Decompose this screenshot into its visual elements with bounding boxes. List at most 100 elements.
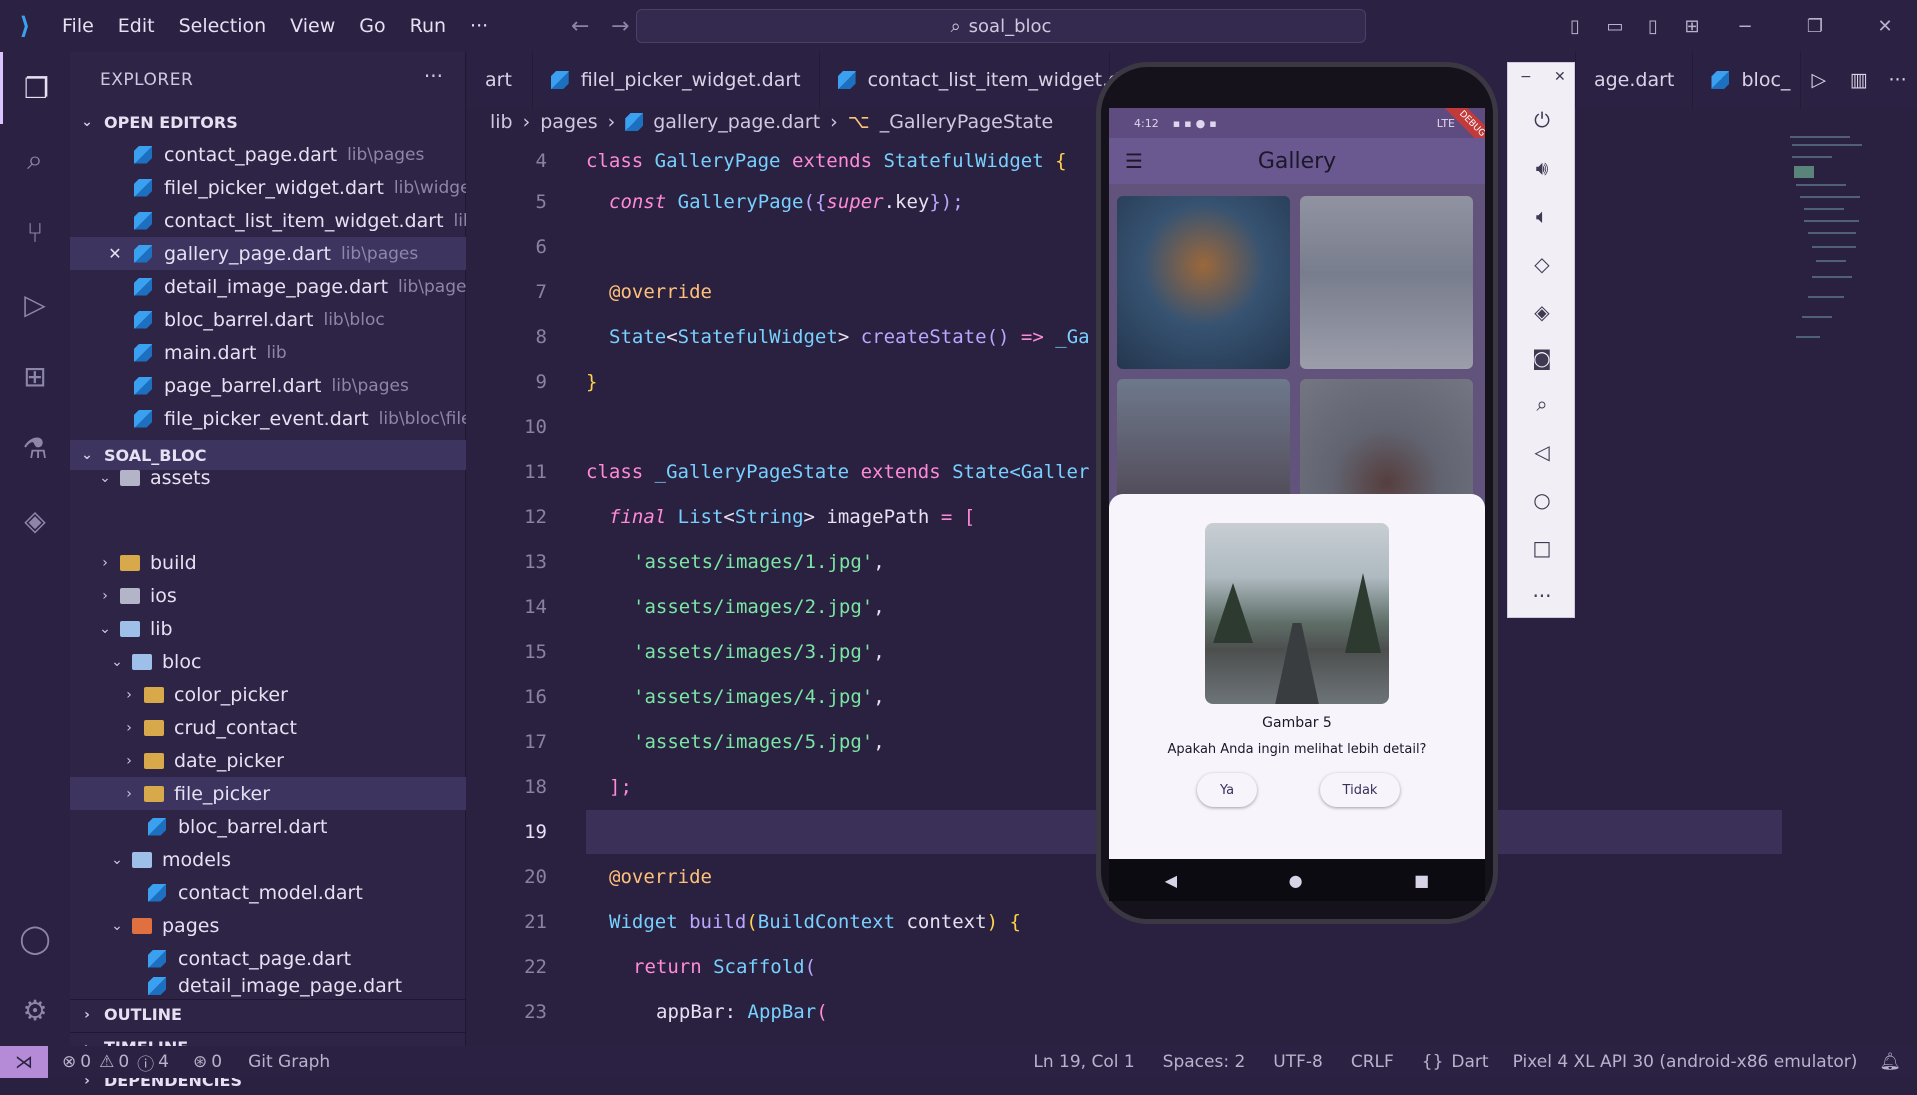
tree-file[interactable]: bloc_barrel.dart [70,810,466,843]
close-editor-icon[interactable]: ✕ [104,244,126,263]
toggle-panel-icon[interactable]: ▭ [1595,0,1635,52]
settings-gear-icon[interactable]: ⚙ [0,974,70,1046]
back-icon[interactable]: ◁ [1508,429,1576,475]
open-editor-item[interactable]: main.dart lib [70,336,466,369]
menu-edit[interactable]: Edit [106,0,167,52]
device-selector[interactable]: Pixel 4 XL API 30 (android-x86 emulator) [1513,1052,1858,1072]
menu-file[interactable]: File [50,0,106,52]
indentation[interactable]: Spaces: 2 [1163,1052,1246,1072]
back-triangle-icon[interactable]: ◀ [1165,871,1177,890]
zoom-icon[interactable]: ⌕ [1508,381,1576,427]
minimize-icon[interactable]: − [1725,0,1765,52]
cursor-position[interactable]: Ln 19, Col 1 [1033,1052,1134,1072]
toggle-sidebar-icon[interactable]: ▯ [1555,0,1595,52]
command-center-search[interactable]: ⌕ soal_bloc [636,9,1366,43]
warnings-icon[interactable]: ⚠ [99,1052,114,1072]
tree-folder[interactable]: ⌄ assets [70,464,466,492]
run-debug-icon[interactable]: ▷ [0,268,70,340]
breadcrumb-item[interactable]: pages [540,111,597,133]
ports-icon[interactable]: ⊛ [193,1052,207,1072]
emulator-minimize-icon[interactable]: − [1520,69,1532,85]
line-ending[interactable]: CRLF [1351,1052,1394,1072]
open-editor-item[interactable]: bloc_barrel.dart lib\bloc [70,303,466,336]
open-editor-item[interactable]: contact_list_item_widget.dart lib\... [70,204,466,237]
rotate-left-icon[interactable]: ◇ [1508,241,1576,287]
explorer-more-icon[interactable]: ··· [424,64,443,88]
ports-count[interactable]: 0 [211,1052,222,1072]
encoding[interactable]: UTF-8 [1273,1052,1323,1072]
emulator-close-icon[interactable]: ✕ [1554,69,1566,85]
open-editor-item[interactable]: page_barrel.dart lib\pages [70,369,466,402]
tree-file[interactable]: contact_page.dart [70,942,466,975]
phone-screen[interactable]: 4:12 ▪▪●▪ LTE DEBUG ☰ Gallery Gambar 5 A… [1109,108,1485,859]
tree-file[interactable]: detail_image_page.dart [70,975,466,997]
split-editor-icon[interactable]: ▥ [1840,52,1879,108]
tree-folder[interactable]: ⌄ bloc [70,645,466,678]
open-editors-header[interactable]: ⌄ OPEN EDITORS [70,107,466,137]
menu-go[interactable]: Go [347,0,397,52]
tree-folder[interactable]: › date_picker [70,744,466,777]
open-editor-item[interactable]: detail_image_page.dart lib\pages [70,270,466,303]
close-icon[interactable]: ✕ [1865,0,1905,52]
hamburger-menu-icon[interactable]: ☰ [1109,149,1159,173]
info-icon[interactable]: ⓘ [137,1050,154,1075]
menu-more[interactable]: ··· [458,0,500,52]
breadcrumb-item[interactable]: lib [490,111,513,133]
search-icon[interactable]: ⌕ [0,124,70,196]
volume-up-icon[interactable]: 🔊︎ [1508,145,1576,191]
menu-run[interactable]: Run [398,0,458,52]
tab[interactable]: filel_picker_widget.dart [533,52,820,108]
errors-count[interactable]: 0 [80,1052,91,1072]
tab[interactable]: bloc_ [1693,52,1802,108]
run-icon[interactable]: ▷ [1801,52,1840,108]
flutter-icon[interactable]: ◈ [0,484,70,556]
more-icon[interactable]: ··· [1508,573,1576,619]
rotate-right-icon[interactable]: ◈ [1508,289,1576,335]
menu-view[interactable]: View [278,0,347,52]
recents-square-icon[interactable]: ■ [1414,871,1429,890]
notifications-bell-icon[interactable]: 🔔︎ [1879,1052,1901,1072]
toggle-secondary-sidebar-icon[interactable]: ▯ [1633,0,1673,52]
more-actions-icon[interactable]: ··· [1879,52,1917,108]
errors-icon[interactable]: ⊗ [62,1052,76,1072]
no-button[interactable]: Tidak [1320,773,1400,807]
restore-icon[interactable]: ❐ [1795,0,1835,52]
account-icon[interactable]: ◯ [0,902,70,974]
home-icon[interactable]: ○ [1508,477,1576,523]
customize-layout-icon[interactable]: ⊞ [1672,0,1712,52]
power-icon[interactable]: ⏻ [1508,97,1576,143]
tree-folder[interactable]: › color_picker [70,678,466,711]
open-editor-item[interactable]: contact_page.dart lib\pages [70,138,466,171]
open-editor-item-active[interactable]: ✕ gallery_page.dart lib\pages [70,237,466,270]
extensions-icon[interactable]: ⊞ [0,340,70,412]
tree-folder[interactable]: ⌄ lib [70,612,466,645]
minimap[interactable] [1782,136,1892,436]
tab[interactable]: art [467,52,533,108]
language-mode[interactable]: Dart [1451,1052,1488,1072]
yes-button[interactable]: Ya [1197,773,1257,807]
tree-folder[interactable]: › crud_contact [70,711,466,744]
tree-folder-selected[interactable]: › file_picker [70,777,466,810]
source-control-icon[interactable]: ⑂ [0,196,70,268]
camera-icon[interactable]: ◙ [1508,335,1576,381]
menu-selection[interactable]: Selection [167,0,279,52]
home-circle-icon[interactable]: ● [1289,871,1303,890]
breadcrumb-item[interactable]: _GalleryPageState [880,111,1053,133]
warnings-count[interactable]: 0 [118,1052,129,1072]
outline-header[interactable]: › OUTLINE [70,999,466,1029]
tree-folder[interactable]: › ios [70,579,466,612]
git-graph-button[interactable]: Git Graph [248,1052,330,1072]
breadcrumb-item[interactable]: gallery_page.dart [653,111,820,133]
tree-folder[interactable]: ⌄ models [70,843,466,876]
tree-folder[interactable]: ⌄ pages [70,909,466,942]
volume-down-icon[interactable]: 🔈︎ [1508,193,1576,239]
explorer-icon[interactable]: ❐ [0,52,70,124]
open-editor-item[interactable]: file_picker_event.dart lib\bloc\file_... [70,402,466,435]
tree-file[interactable]: contact_model.dart [70,876,466,909]
forward-arrow-icon[interactable]: → [600,14,640,39]
tree-folder[interactable]: › build [70,546,466,579]
open-editor-item[interactable]: filel_picker_widget.dart lib\widget... [70,171,466,204]
tab[interactable]: contact_list_item_widget.da [820,52,1132,108]
tab[interactable]: age.dart [1576,52,1694,108]
testing-icon[interactable]: ⚗ [0,412,70,484]
